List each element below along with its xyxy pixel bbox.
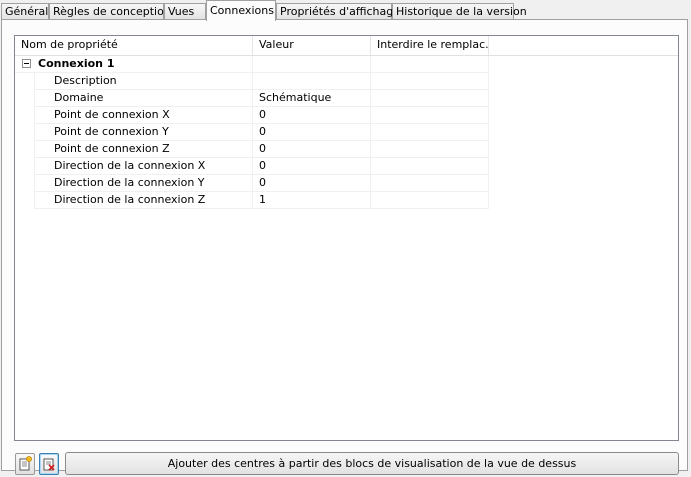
tab-panel: Nom de propriété Valeur Interdire le rem… (1, 19, 688, 475)
tab-historique-version[interactable]: Historique de la version (392, 3, 527, 19)
column-header-name[interactable]: Nom de propriété (15, 36, 253, 55)
column-header-value[interactable]: Valeur (253, 36, 371, 55)
property-override[interactable] (371, 73, 489, 90)
property-grid[interactable]: Nom de propriété Valeur Interdire le rem… (14, 35, 679, 441)
tab-strip: Général Règles de conception Vues Connex… (0, 0, 691, 21)
property-name: Point de connexion Z (34, 141, 253, 158)
property-name: Description (34, 73, 253, 90)
tab-vues[interactable]: Vues (164, 3, 206, 19)
property-override[interactable] (371, 124, 489, 141)
property-value[interactable]: Schématique (253, 90, 371, 107)
property-override[interactable] (371, 141, 489, 158)
property-value[interactable]: 0 (253, 158, 371, 175)
property-name: Point de connexion X (34, 107, 253, 124)
column-header-override[interactable]: Interdire le remplac... (371, 36, 489, 55)
property-value[interactable]: 0 (253, 175, 371, 192)
property-override[interactable] (371, 192, 489, 209)
property-value[interactable]: 0 (253, 141, 371, 158)
tab-proprietes-affichage[interactable]: Propriétés d'affichage (276, 3, 400, 19)
property-override[interactable] (371, 175, 489, 192)
tab-regles-de-conception[interactable]: Règles de conception (49, 3, 171, 19)
add-connection-button[interactable] (15, 453, 35, 475)
add-connection-icon (19, 456, 32, 471)
property-value[interactable] (253, 73, 371, 90)
property-override[interactable] (371, 90, 489, 107)
property-override[interactable] (371, 158, 489, 175)
add-centers-button[interactable]: Ajouter des centres à partir des blocs d… (65, 452, 679, 475)
delete-connection-button[interactable] (39, 453, 59, 475)
group-label: Connexion 1 (15, 56, 253, 73)
property-value[interactable]: 0 (253, 124, 371, 141)
property-name: Point de connexion Y (34, 124, 253, 141)
delete-connection-icon (43, 458, 55, 471)
property-name: Direction de la connexion Z (34, 192, 253, 209)
property-override[interactable] (371, 107, 489, 124)
property-name: Direction de la connexion X (34, 158, 253, 175)
tab-connexions[interactable]: Connexions (206, 0, 276, 21)
property-value[interactable]: 1 (253, 192, 371, 209)
tab-general[interactable]: Général (1, 3, 49, 19)
grid-header: Nom de propriété Valeur Interdire le rem… (15, 36, 678, 56)
property-name: Direction de la connexion Y (34, 175, 253, 192)
property-value[interactable]: 0 (253, 107, 371, 124)
property-name: Domaine (34, 90, 253, 107)
group-value-cell (253, 56, 371, 73)
group-override-cell (371, 56, 489, 73)
